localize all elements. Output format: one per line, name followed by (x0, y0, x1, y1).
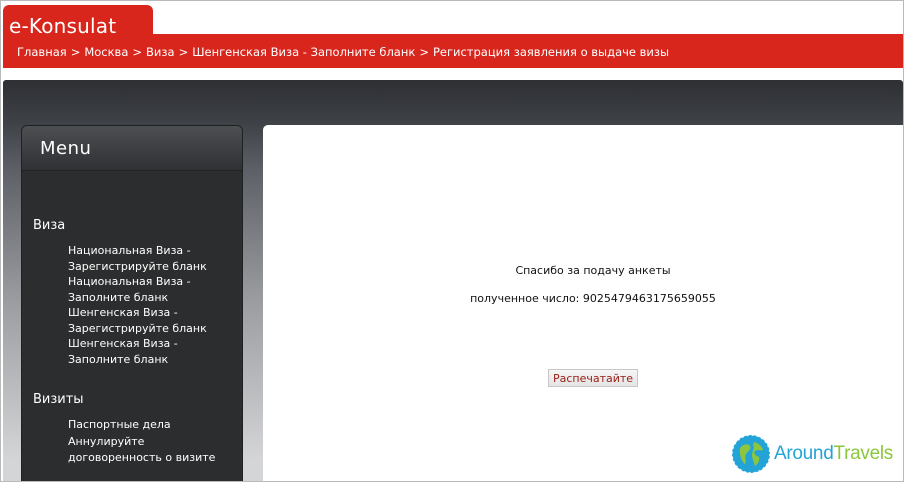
breadcrumb-visa[interactable]: Виза (146, 45, 175, 59)
breadcrumb-separator: > (178, 45, 189, 59)
received-number-value: 9025479463175659055 (582, 292, 716, 305)
menu-item-label: Паспортные дела (68, 418, 171, 431)
received-number-label: полученное число: (470, 292, 580, 305)
watermark-text: AroundTravels (774, 443, 893, 465)
breadcrumb-current: Регистрация заявления о выдаче визы (432, 45, 670, 59)
breadcrumb-separator: > (419, 45, 429, 59)
menu-item-label: Шенгенская Виза - (68, 306, 178, 319)
section-title-visits: Визиты (33, 392, 84, 407)
section-title-visa: Виза (33, 218, 66, 233)
sidebar-menu: Menu Виза Национальная Виза - Зарегистри… (21, 125, 243, 481)
globe-icon (731, 434, 771, 474)
watermark-text-around: Around (774, 443, 834, 464)
received-number-line: полученное число: 9025479463175659055 (263, 292, 903, 305)
watermark: AroundTravels (724, 426, 903, 481)
menu-item-label: Шенгенская Виза - (68, 337, 178, 350)
menu-item-schengen-visa-fill[interactable]: Шенгенская Виза - Заполните бланк (68, 336, 228, 367)
menu-item-label: Аннулируйте (68, 435, 145, 448)
menu-item-cancel-appointment[interactable]: Аннулируйте договоренность о визите (68, 434, 228, 465)
watermark-text-travels: Travels (833, 443, 893, 464)
breadcrumb-home[interactable]: Главная (17, 45, 67, 59)
print-button[interactable]: Распечатайте (548, 369, 638, 387)
menu-item-label: Национальная Виза - (68, 244, 191, 257)
menu-item-label: Заполните бланк (68, 290, 169, 304)
menu-item-label: договоренность о визите (68, 450, 216, 464)
logo-tab[interactable]: e-Konsulat (3, 5, 153, 41)
menu-item-national-visa-fill[interactable]: Национальная Виза - Заполните бланк (68, 274, 228, 305)
menu-header: Menu (22, 126, 242, 171)
menu-item-schengen-visa-register[interactable]: Шенгенская Виза - Зарегистрируйте бланк (68, 305, 228, 336)
breadcrumb-separator: > (70, 45, 81, 59)
browser-viewport: e-Konsulat Главная > Москва > Виза > Шенгенска… (0, 0, 904, 482)
breadcrumb-schengen-fill[interactable]: Шенгенская Виза - Заполните бланк (192, 45, 415, 59)
menu-item-label: Заполните бланк (68, 352, 169, 366)
menu-title: Menu (40, 138, 92, 159)
menu-item-national-visa-register[interactable]: Национальная Виза - Зарегистрируйте блан… (68, 243, 228, 274)
menu-item-passport-matters[interactable]: Паспортные дела (68, 417, 228, 433)
confirmation-message: Спасибо за подачу анкеты (515, 264, 671, 277)
breadcrumb-moscow[interactable]: Москва (84, 45, 128, 59)
breadcrumb-separator: > (132, 45, 143, 59)
menu-item-label: Зарегистрируйте бланк (68, 259, 207, 273)
menu-item-label: Зарегистрируйте бланк (68, 321, 207, 335)
menu-item-label: Национальная Виза - (68, 275, 191, 288)
site-logo[interactable]: e-Konsulat (9, 14, 116, 38)
breadcrumb: Главная > Москва > Виза > Шенгенская Виза - За… (17, 45, 669, 59)
